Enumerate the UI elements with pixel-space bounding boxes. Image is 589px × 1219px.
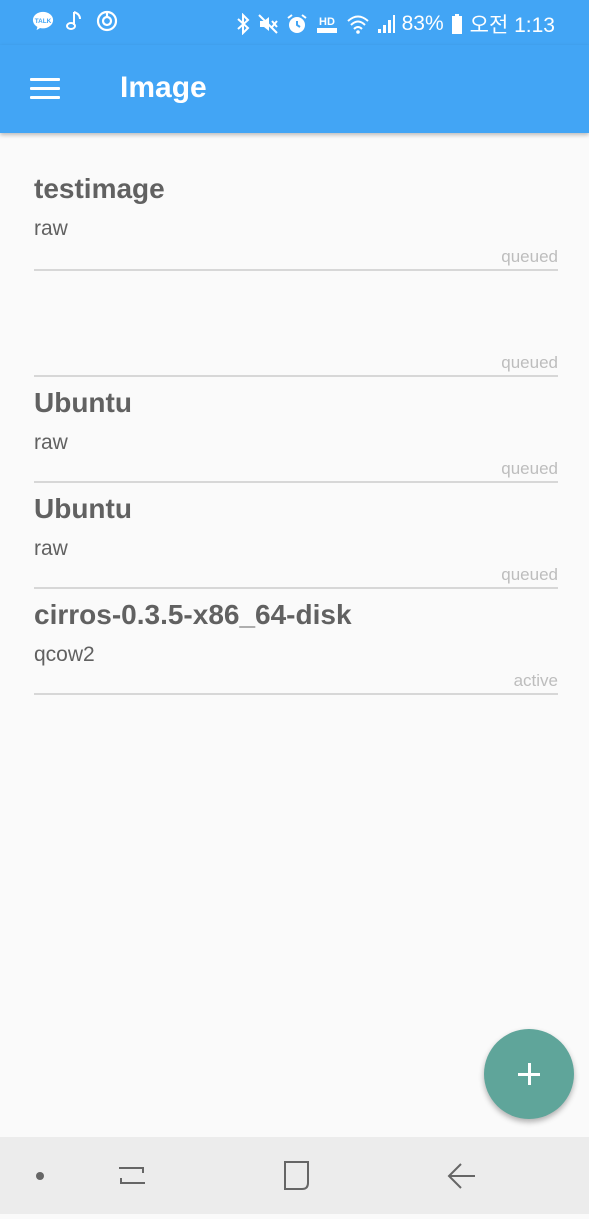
- hd-label: HD: [319, 16, 335, 28]
- image-status: active: [513, 671, 558, 690]
- image-list: testimage raw queued queued Ubuntu raw q…: [34, 133, 558, 695]
- list-item[interactable]: Ubuntu raw queued: [34, 377, 558, 483]
- status-bar: TALK HD 83% 오전 1:13: [0, 0, 589, 45]
- image-status: queued: [501, 247, 558, 266]
- talk-icon: TALK: [32, 11, 54, 31]
- image-name: Ubuntu: [34, 387, 132, 418]
- image-format: qcow2: [34, 643, 95, 666]
- signal-icon: [377, 15, 395, 33]
- sync-icon: [96, 10, 118, 32]
- image-name: testimage: [34, 173, 165, 204]
- back-icon[interactable]: [435, 1137, 490, 1214]
- alarm-icon: [287, 14, 307, 33]
- list-item[interactable]: Ubuntu raw queued: [34, 483, 558, 589]
- nav-dot-icon[interactable]: [20, 1137, 60, 1214]
- image-status: queued: [501, 565, 558, 584]
- wifi-icon: [346, 15, 369, 34]
- home-icon[interactable]: [270, 1137, 325, 1214]
- bluetooth-icon: [236, 13, 250, 35]
- image-format: raw: [34, 431, 68, 454]
- battery-icon: [451, 14, 462, 34]
- hamburger-menu-icon[interactable]: [28, 73, 64, 105]
- status-right-icons: HD 83% 오전 1:13: [236, 9, 555, 39]
- talk-label: TALK: [35, 18, 52, 25]
- clock: 오전 1:13: [469, 14, 555, 37]
- list-item[interactable]: queued: [34, 271, 558, 377]
- image-status: queued: [501, 353, 558, 372]
- app-bar: Image: [0, 45, 589, 133]
- navigation-bar: [0, 1137, 589, 1214]
- image-name: cirros-0.3.5-x86_64-disk: [34, 599, 352, 630]
- recent-apps-icon[interactable]: [105, 1137, 160, 1214]
- list-item[interactable]: cirros-0.3.5-x86_64-disk qcow2 active: [34, 589, 558, 695]
- list-item[interactable]: testimage raw queued: [34, 133, 558, 271]
- status-left-icons: TALK: [32, 10, 118, 32]
- add-image-button[interactable]: [484, 1029, 574, 1119]
- hd-voice-icon: HD: [316, 16, 337, 33]
- image-name: Ubuntu: [34, 493, 132, 524]
- image-status: queued: [501, 459, 558, 478]
- image-format: raw: [34, 537, 68, 560]
- music-icon: [66, 11, 81, 30]
- battery-percent: 83%: [401, 12, 444, 35]
- page-title: Image: [120, 71, 207, 104]
- image-format: raw: [34, 217, 68, 240]
- mute-icon: [257, 14, 278, 34]
